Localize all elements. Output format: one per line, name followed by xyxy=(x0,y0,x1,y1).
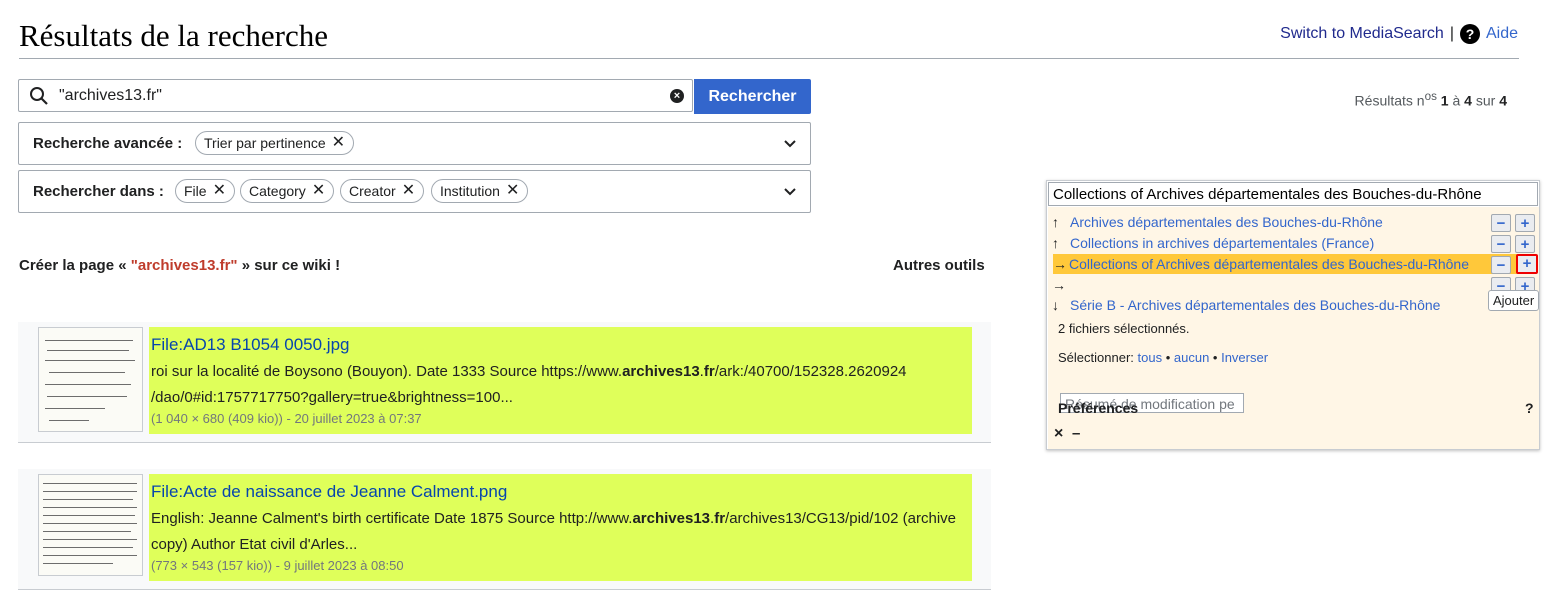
preferences-link[interactable]: Préférences xyxy=(1058,400,1138,416)
add-category-button[interactable]: + xyxy=(1516,254,1538,274)
category-panel: Collections of Archives départementales … xyxy=(1046,180,1540,450)
selected-count: 2 fichiers sélectionnés. xyxy=(1058,321,1190,336)
chevron-down-icon[interactable] xyxy=(782,135,798,151)
result-title-link[interactable]: File:Acte de naissance de Jeanne Calment… xyxy=(151,482,507,502)
chip-institution[interactable]: Institution ✕ xyxy=(431,179,529,203)
chip-category[interactable]: Category ✕ xyxy=(240,179,335,203)
arrow-up-icon: ↑ xyxy=(1052,235,1059,251)
category-row-parent[interactable]: ↑ Collections in archives départementale… xyxy=(1052,233,1374,253)
select-all-link[interactable]: tous xyxy=(1138,350,1163,365)
remove-chip-icon[interactable]: ✕ xyxy=(332,135,345,151)
advanced-search-panel[interactable]: Recherche avancée : Trier par pertinence… xyxy=(18,122,811,165)
create-page-link[interactable]: "archives13.fr" xyxy=(131,257,238,274)
category-link[interactable]: Archives départementales des Bouches-du-… xyxy=(1070,214,1383,230)
chip-sort-relevance[interactable]: Trier par pertinence ✕ xyxy=(195,131,355,155)
category-link[interactable]: Collections of Archives départementales … xyxy=(1069,256,1469,272)
switch-mediasearch-link[interactable]: Switch to MediaSearch xyxy=(1280,25,1444,43)
search-button[interactable]: Rechercher xyxy=(694,79,811,114)
category-row-current[interactable]: → Collections of Archives départementale… xyxy=(1053,254,1523,274)
close-icon[interactable]: × xyxy=(1054,425,1063,443)
create-page-line: Créer la page « "archives13.fr" » sur ce… xyxy=(19,257,341,274)
result-body: File:Acte de naissance de Jeanne Calment… xyxy=(149,474,972,581)
select-none-link[interactable]: aucun xyxy=(1174,350,1209,365)
result-snippet: roi sur la localité de Boysono (Bouyon).… xyxy=(151,363,907,406)
search-result-1: File:AD13 B1054 0050.jpg roi sur la loca… xyxy=(18,322,991,443)
category-link[interactable]: Série B - Archives départementales des B… xyxy=(1070,297,1440,313)
arrow-right-icon: → xyxy=(1053,256,1067,272)
results-count: Résultats nos 1 à 4 sur 4 xyxy=(1354,90,1507,109)
remove-chip-icon[interactable]: ✕ xyxy=(312,183,325,199)
result-meta: (773 × 543 (157 kio)) - 9 juillet 2023 à… xyxy=(151,558,404,573)
category-input[interactable]: Collections of Archives départementales … xyxy=(1048,182,1538,206)
arrow-down-icon: ↓ xyxy=(1052,297,1059,313)
result-thumbnail[interactable] xyxy=(38,474,143,576)
select-controls: Sélectionner: tous • aucun • Inverser xyxy=(1058,350,1269,365)
remove-chip-icon[interactable]: ✕ xyxy=(506,183,519,199)
arrow-up-icon: ↑ xyxy=(1052,214,1059,230)
remove-chip-icon[interactable]: ✕ xyxy=(213,183,226,199)
search-namespaces-panel[interactable]: Rechercher dans : File ✕ Category ✕ Creato… xyxy=(18,170,811,213)
category-row-current[interactable]: → xyxy=(1052,275,1070,295)
chip-file[interactable]: File ✕ xyxy=(175,179,235,203)
select-invert-link[interactable]: Inverser xyxy=(1221,350,1268,365)
arrow-right-icon: → xyxy=(1052,277,1066,293)
result-thumbnail[interactable] xyxy=(38,327,143,432)
remove-category-button[interactable]: − xyxy=(1491,256,1511,274)
minimize-icon[interactable]: – xyxy=(1072,425,1080,442)
help-icon[interactable]: ? xyxy=(1459,24,1480,44)
remove-category-button[interactable]: − xyxy=(1491,214,1511,232)
chip-creator[interactable]: Creator ✕ xyxy=(340,179,425,203)
advanced-search-label: Recherche avancée : xyxy=(33,135,183,152)
add-category-button[interactable]: + xyxy=(1515,235,1535,253)
category-row-parent[interactable]: ↑ Archives départementales des Bouches-d… xyxy=(1052,212,1383,232)
title-divider xyxy=(19,58,1519,59)
search-input[interactable]: "archives13.fr" × xyxy=(18,79,693,112)
other-tools-menu[interactable]: Autres outils xyxy=(893,257,985,274)
help-link[interactable]: Aide xyxy=(1486,25,1518,43)
remove-chip-icon[interactable]: ✕ xyxy=(402,183,415,199)
result-snippet: English: Jeanne Calment's birth certific… xyxy=(151,510,957,553)
category-row-child[interactable]: ↓ Série B - Archives départementales des… xyxy=(1052,295,1440,315)
remove-category-button[interactable]: − xyxy=(1491,235,1511,253)
page-title: Résultats de la recherche xyxy=(19,18,328,53)
category-panel-body: ↑ Archives départementales des Bouches-d… xyxy=(1048,207,1539,449)
result-title-link[interactable]: File:AD13 B1054 0050.jpg xyxy=(151,335,349,355)
separator: | xyxy=(1449,25,1454,42)
namespaces-label: Rechercher dans : xyxy=(33,183,164,200)
result-body: File:AD13 B1054 0050.jpg roi sur la loca… xyxy=(149,327,972,434)
add-tooltip: Ajouter xyxy=(1488,290,1540,311)
search-result-2: File:Acte de naissance de Jeanne Calment… xyxy=(18,469,991,590)
help-question-icon[interactable]: ? xyxy=(1525,400,1534,416)
clear-icon[interactable]: × xyxy=(670,89,684,103)
category-link[interactable]: Collections in archives départementales … xyxy=(1070,235,1374,251)
search-query[interactable]: "archives13.fr" xyxy=(59,87,162,105)
chevron-down-icon[interactable] xyxy=(782,183,798,199)
result-meta: (1 040 × 680 (409 kio)) - 20 juillet 202… xyxy=(151,411,422,426)
add-category-button[interactable]: + xyxy=(1515,214,1535,232)
search-icon xyxy=(30,87,48,105)
top-links: Switch to MediaSearch | ? Aide xyxy=(1280,24,1518,44)
